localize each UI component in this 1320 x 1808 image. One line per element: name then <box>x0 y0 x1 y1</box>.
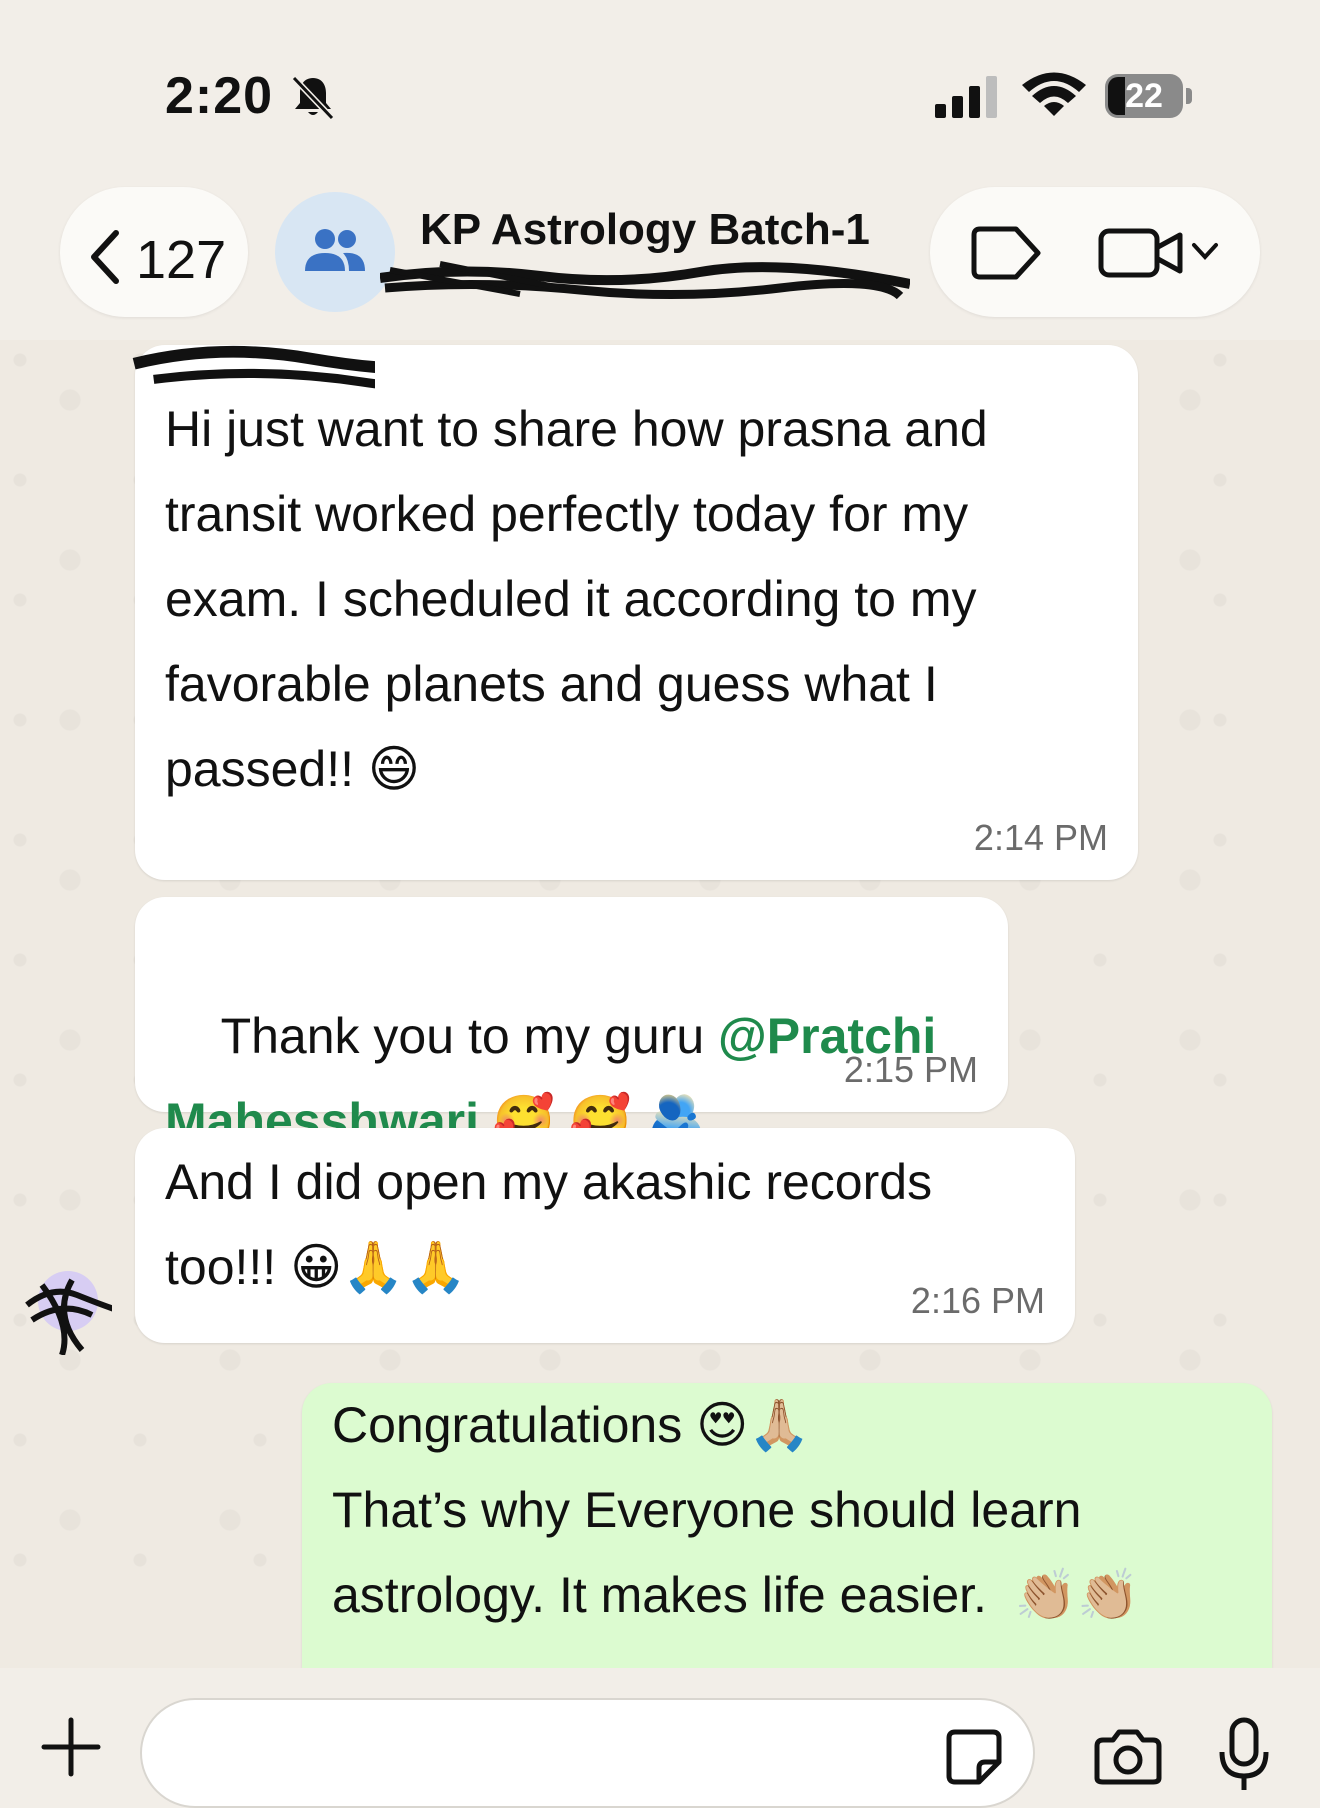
message-timestamp: 2:14 PM <box>973 817 1108 858</box>
cellular-signal-icon <box>935 76 997 118</box>
group-title[interactable]: KP Astrology Batch-1 <box>420 205 870 255</box>
video-call-icon[interactable] <box>1098 225 1184 281</box>
chat-header: 127 KP Astrology Batch-1 <box>0 150 1320 340</box>
redacted-members-scribble <box>380 261 910 300</box>
message-text: Congratulations 😍🙏🏼 That’s why Everyone … <box>332 1397 1140 1623</box>
message-timestamp: 2:16 PM <box>910 1280 1045 1321</box>
message-text: And I did open my akashic records too!!!… <box>165 1154 933 1295</box>
message-text: Hi just want to share how prasna and tra… <box>165 401 988 797</box>
chevron-down-icon[interactable] <box>1190 239 1220 263</box>
bell-muted-icon <box>291 75 335 121</box>
camera-icon[interactable] <box>1093 1728 1163 1786</box>
sender-avatar[interactable] <box>22 1265 112 1355</box>
sticker-icon[interactable] <box>945 1728 1003 1786</box>
input-bar <box>0 1668 1320 1808</box>
chevron-left-icon <box>91 230 119 284</box>
message-input[interactable] <box>140 1698 1035 1808</box>
group-people-icon <box>305 229 365 271</box>
plus-icon[interactable] <box>38 1714 104 1780</box>
back-button[interactable]: 127 <box>60 187 248 317</box>
message-timestamp: 2:15 PM <box>843 1049 978 1090</box>
microphone-icon[interactable] <box>1218 1716 1270 1794</box>
header-actions <box>930 187 1260 317</box>
status-time: 2:20 <box>165 67 274 125</box>
message-text-prefix: Thank you to my guru <box>220 1008 719 1064</box>
message-bubble-incoming[interactable]: Thank you to my guru @Pratchi Mahesshwari… <box>135 897 1008 1149</box>
battery-indicator: 22 <box>1105 74 1193 118</box>
label-tag-icon[interactable] <box>968 225 1042 281</box>
status-bar: 2:20 22 <box>0 0 1320 150</box>
unread-count: 127 <box>136 230 227 290</box>
message-bubble-incoming[interactable]: Hi just want to share how prasna and tra… <box>132 345 1138 880</box>
message-bubble-outgoing[interactable]: Congratulations 😍🙏🏼 That’s why Everyone … <box>302 1383 1272 1668</box>
wifi-icon <box>1022 72 1086 116</box>
group-avatar[interactable] <box>275 192 395 312</box>
redacted-sender-name <box>132 345 375 389</box>
message-bubble-incoming[interactable]: And I did open my akashic records too!!!… <box>135 1128 1075 1343</box>
battery-level: 22 <box>1125 77 1163 115</box>
